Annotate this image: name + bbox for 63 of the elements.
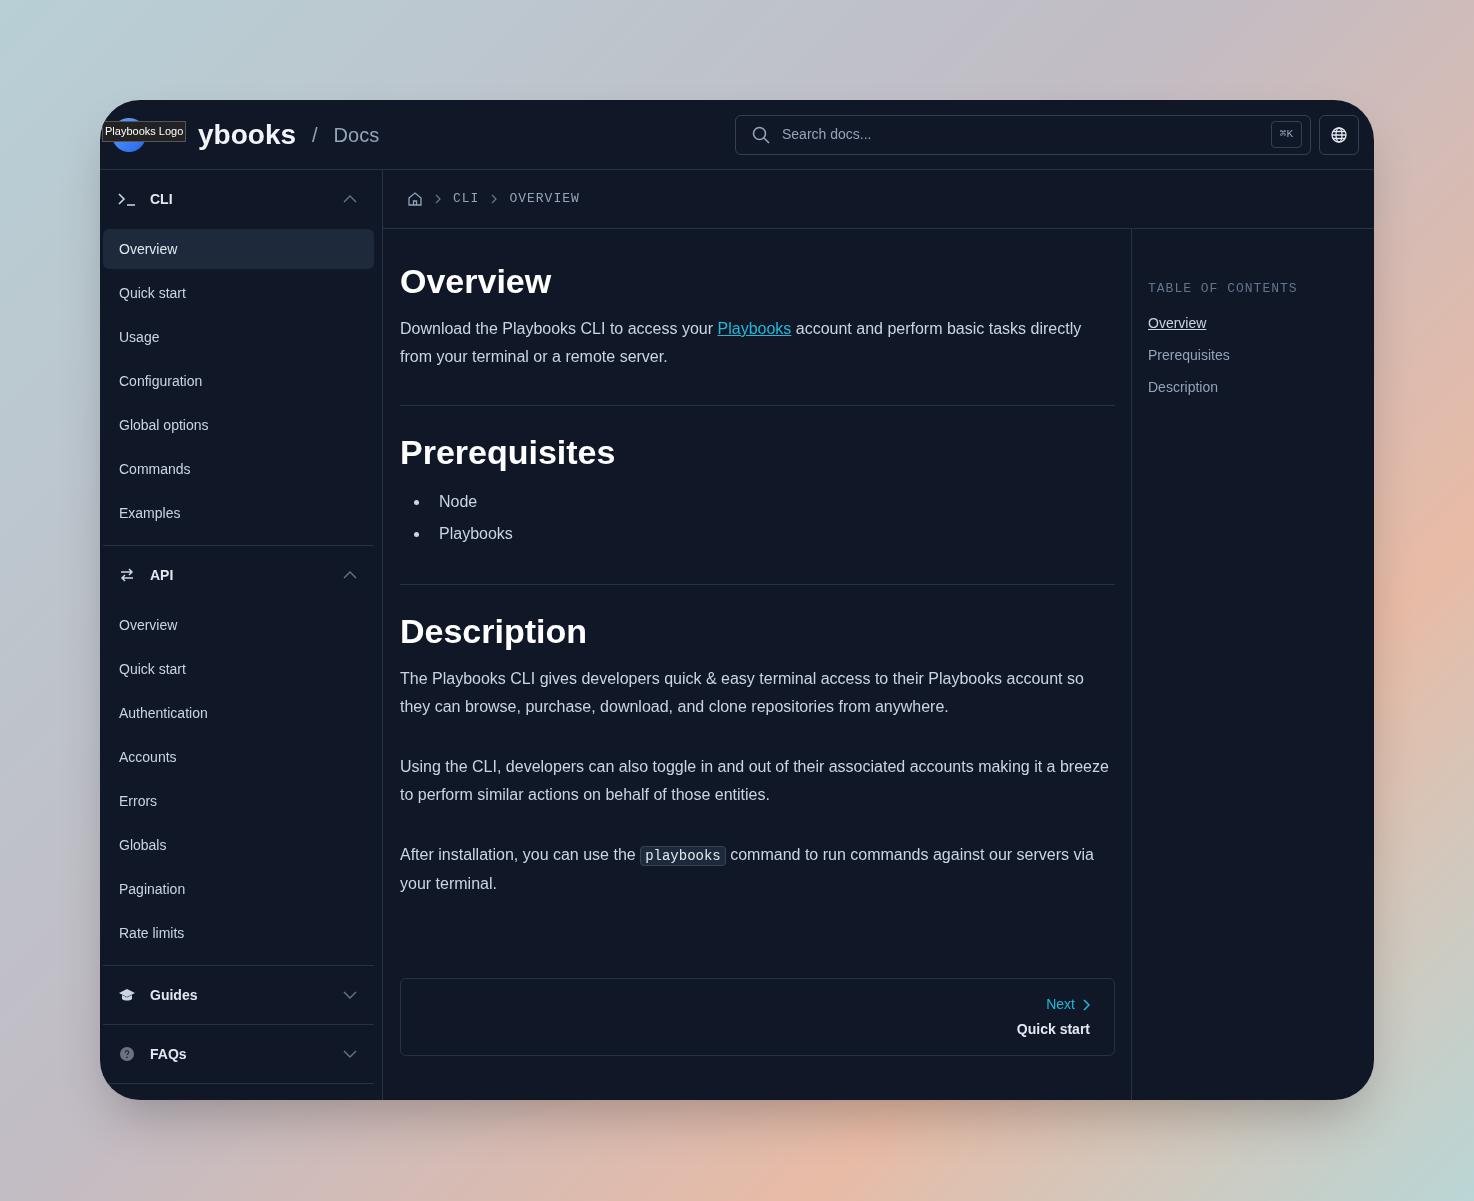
next-page-title: Quick start <box>1016 1020 1090 1039</box>
logo-tooltip: Playbooks Logo <box>102 121 187 142</box>
sidebar-group-header[interactable]: FAQs <box>103 1025 374 1083</box>
sidebar-group-header[interactable]: Guides <box>103 966 374 1024</box>
sidebar-item[interactable]: Authentication <box>103 693 374 733</box>
chevron-right-icon <box>1083 998 1090 1011</box>
paragraph: After installation, you can use the playbooks command to run commands against our servers via your terminal. <box>400 845 1095 894</box>
list-item: Node <box>439 492 478 512</box>
section-heading: Description <box>400 611 589 652</box>
home-icon[interactable] <box>407 191 423 207</box>
breadcrumb-link[interactable]: OVERVIEW <box>509 189 580 209</box>
sidebar-group-header[interactable]: CLI <box>103 170 374 228</box>
bullet-icon <box>414 531 419 537</box>
docs-label: Docs <box>333 122 380 148</box>
sidebar-item[interactable]: Overview <box>103 605 374 645</box>
next-label: Next <box>1046 995 1075 1014</box>
globe-icon <box>1331 126 1347 143</box>
terminal-icon <box>118 192 136 206</box>
question-icon <box>120 1047 134 1061</box>
sidebar-item[interactable]: Examples <box>103 493 374 533</box>
graduation-cap-icon <box>118 988 136 1002</box>
breadcrumb-link[interactable]: CLI <box>453 189 480 209</box>
section-heading: Overview <box>400 261 553 302</box>
toc-link[interactable]: Overview <box>1148 312 1374 333</box>
toc-title: TABLE OF CONTENTS <box>1148 280 1299 298</box>
chevron-down-icon <box>343 1050 357 1058</box>
sidebar-item[interactable]: Pagination <box>103 869 374 909</box>
sidebar-item[interactable]: Configuration <box>103 361 374 401</box>
search-field[interactable]: Search docs... ⌘K <box>735 114 1311 155</box>
toc-link[interactable]: Description <box>1148 376 1374 397</box>
sidebar-item[interactable]: Rate limits <box>103 913 374 953</box>
paragraph: The Playbooks CLI gives developers quick & easy terminal access to their Playbooks account so they can browse, purchase, download, and clone repositories from anywhere. <box>400 669 1085 717</box>
sidebar-item[interactable]: Commands <box>103 449 374 489</box>
list-item: Playbooks <box>439 524 513 544</box>
language-button[interactable] <box>1319 114 1359 155</box>
paragraph: Using the CLI, developers can also toggle in and out of their associated accounts making it a breeze to perform similar actions on behalf of those entities. <box>400 757 1110 805</box>
toc-link[interactable]: Prerequisites <box>1148 344 1374 365</box>
breadcrumb-separator: / <box>312 122 318 148</box>
chevron-down-icon <box>343 991 357 999</box>
sidebar-item[interactable]: Global options <box>103 405 374 445</box>
shortcut-key: ⌘K <box>1270 121 1302 148</box>
chevron-right-icon <box>491 194 498 204</box>
playbooks-link[interactable]: Playbooks <box>717 320 792 337</box>
search-icon <box>752 125 770 144</box>
sidebar-item[interactable]: Quick start <box>103 649 374 689</box>
sidebar-group-header[interactable]: API <box>103 546 374 604</box>
paragraph: Download the Playbooks CLI to access your Playbooks account and perform basic tasks directly from your terminal or a remote server. <box>400 319 1083 367</box>
search-input[interactable]: Search docs... <box>782 124 1259 145</box>
sidebar-item[interactable]: Globals <box>103 825 374 865</box>
next-page-card[interactable]: Next Quick start <box>400 978 1115 1056</box>
chevron-up-icon <box>343 571 357 579</box>
sidebar-item[interactable]: Accounts <box>103 737 374 777</box>
brand-name: ybooks <box>198 117 297 152</box>
sidebar-item[interactable]: Overview <box>103 229 374 269</box>
bullet-icon <box>414 499 419 505</box>
sidebar-item[interactable]: Errors <box>103 781 374 821</box>
sidebar-item[interactable]: Usage <box>103 317 374 357</box>
chevron-up-icon <box>343 195 357 203</box>
section-heading: Prerequisites <box>400 432 617 473</box>
sidebar-item[interactable]: Quick start <box>103 273 374 313</box>
chevron-right-icon <box>435 194 441 204</box>
arrows-icon <box>120 568 134 582</box>
inline-code: playbooks <box>640 846 726 866</box>
